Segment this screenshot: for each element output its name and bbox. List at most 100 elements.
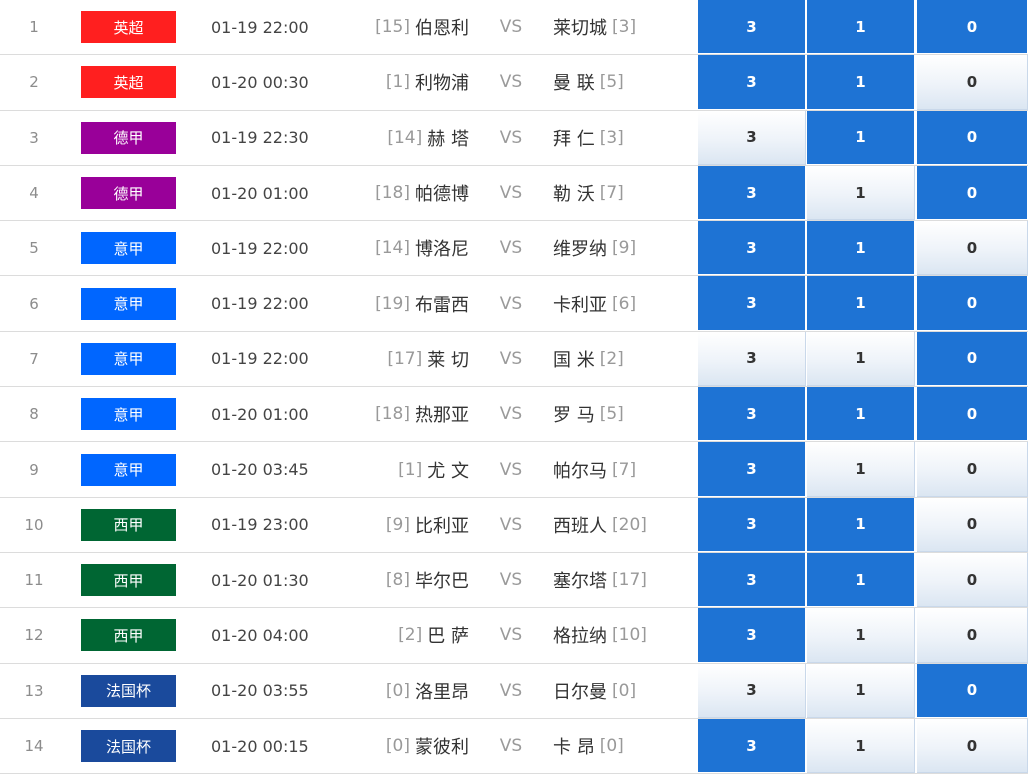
home-team-name: 比利亚 bbox=[415, 515, 469, 537]
option-draw-1[interactable]: 1 bbox=[807, 0, 915, 55]
option-home-win-3[interactable]: 3 bbox=[698, 608, 806, 663]
option-away-win-0[interactable]: 0 bbox=[917, 663, 1028, 718]
option-away-win-0[interactable]: 0 bbox=[917, 442, 1028, 497]
away-team: 格拉纳 [10] bbox=[553, 608, 693, 662]
league-badge: 法国杯 bbox=[81, 674, 176, 707]
match-number: 9 bbox=[29, 460, 39, 479]
option-home-win-3[interactable]: 3 bbox=[698, 110, 806, 165]
home-team: [1] 尤 文 bbox=[330, 442, 469, 496]
vs-label: VS bbox=[499, 514, 523, 535]
option-home-win-3[interactable]: 3 bbox=[698, 55, 806, 110]
home-team: [18] 热那亚 bbox=[330, 387, 469, 441]
league-badge: 英超 bbox=[81, 11, 176, 44]
option-home-win-3[interactable]: 3 bbox=[698, 221, 806, 276]
match-row: 10 西甲 01-19 23:00 [9] 比利亚 VS 西班人 [20] 3 1 … bbox=[0, 497, 1028, 553]
home-team-name: 热那亚 bbox=[415, 405, 469, 427]
away-team-rank: [5] bbox=[599, 404, 624, 425]
league-cell: 意甲 bbox=[81, 221, 176, 275]
option-draw-1[interactable]: 1 bbox=[807, 221, 915, 276]
option-away-win-0[interactable]: 0 bbox=[917, 608, 1028, 663]
home-team-rank: [1] bbox=[398, 459, 423, 480]
home-team-rank: [14] bbox=[375, 238, 410, 259]
option-home-win-3[interactable]: 3 bbox=[698, 165, 806, 221]
home-team-rank: [15] bbox=[375, 17, 410, 38]
league-cell: 西甲 bbox=[81, 608, 176, 662]
match-row: 9 意甲 01-20 03:45 [1] 尤 文 VS 帕尔马 [7] 3 1 0 bbox=[0, 442, 1028, 498]
option-away-win-0[interactable]: 0 bbox=[917, 552, 1028, 608]
home-team-rank: [18] bbox=[375, 183, 410, 204]
away-team-rank: [10] bbox=[612, 625, 647, 646]
option-draw-1[interactable]: 1 bbox=[807, 165, 915, 221]
home-team-name: 布雷西 bbox=[415, 294, 469, 316]
option-draw-1[interactable]: 1 bbox=[807, 718, 915, 774]
option-draw-1[interactable]: 1 bbox=[807, 55, 915, 110]
option-away-win-0[interactable]: 0 bbox=[917, 55, 1028, 110]
option-away-win-0[interactable]: 0 bbox=[917, 718, 1028, 774]
option-draw-1[interactable]: 1 bbox=[807, 608, 915, 663]
option-away-win-0[interactable]: 0 bbox=[917, 165, 1028, 221]
option-draw-1[interactable]: 1 bbox=[807, 110, 915, 165]
match-number: 13 bbox=[24, 681, 44, 700]
match-row: 14 法国杯 01-20 00:15 [0] 蒙彼利 VS 卡 昂 [0] 3 1 … bbox=[0, 718, 1028, 774]
vs-label: VS bbox=[499, 625, 523, 646]
home-team: [19] 布雷西 bbox=[330, 276, 469, 330]
option-away-win-0[interactable]: 0 bbox=[917, 276, 1028, 331]
option-home-win-3[interactable]: 3 bbox=[698, 387, 806, 442]
option-draw-1[interactable]: 1 bbox=[807, 331, 915, 387]
option-away-win-0[interactable]: 0 bbox=[917, 0, 1028, 55]
option-draw-1[interactable]: 1 bbox=[807, 552, 915, 608]
home-team-name: 帕德博 bbox=[415, 184, 469, 206]
vs-label: VS bbox=[499, 17, 523, 38]
match-number: 7 bbox=[29, 349, 39, 368]
match-number: 14 bbox=[24, 737, 44, 755]
home-team-rank: [17] bbox=[387, 348, 423, 369]
option-home-win-3[interactable]: 3 bbox=[698, 552, 806, 608]
away-team-rank: [17] bbox=[612, 570, 647, 591]
option-home-win-3[interactable]: 3 bbox=[698, 0, 806, 55]
home-team: [1] 利物浦 bbox=[330, 55, 469, 109]
away-team-name: 帕尔马 bbox=[553, 460, 607, 482]
option-away-win-0[interactable]: 0 bbox=[917, 497, 1028, 552]
option-away-win-0[interactable]: 0 bbox=[917, 221, 1028, 276]
away-team: 罗 马 [5] bbox=[553, 387, 693, 441]
home-team: [0] 洛里昂 bbox=[330, 664, 469, 718]
option-draw-1[interactable]: 1 bbox=[807, 387, 915, 442]
match-row: 13 法国杯 01-20 03:55 [0] 洛里昂 VS 日尔曼 [0] 3 1 … bbox=[0, 663, 1028, 719]
option-away-win-0[interactable]: 0 bbox=[917, 387, 1028, 442]
away-team: 莱切城 [3] bbox=[553, 0, 693, 54]
away-team-name: 卡利亚 bbox=[553, 294, 607, 316]
league-cell: 西甲 bbox=[81, 553, 176, 607]
vs-label: VS bbox=[499, 459, 523, 480]
option-home-win-3[interactable]: 3 bbox=[698, 276, 806, 331]
match-number: 8 bbox=[29, 405, 39, 424]
vs-label: VS bbox=[499, 293, 523, 314]
league-badge: 意甲 bbox=[81, 342, 176, 375]
match-row: 12 西甲 01-20 04:00 [2] 巴 萨 VS 格拉纳 [10] 3 1 … bbox=[0, 608, 1028, 664]
option-draw-1[interactable]: 1 bbox=[807, 442, 915, 497]
vs-label: VS bbox=[499, 570, 523, 591]
option-home-win-3[interactable]: 3 bbox=[698, 331, 806, 387]
away-team-rank: [9] bbox=[612, 238, 637, 259]
home-team: [9] 比利亚 bbox=[330, 498, 469, 552]
league-badge: 意甲 bbox=[81, 453, 176, 486]
option-home-win-3[interactable]: 3 bbox=[698, 442, 806, 497]
option-draw-1[interactable]: 1 bbox=[807, 663, 915, 718]
match-number: 4 bbox=[29, 184, 39, 203]
option-away-win-0[interactable]: 0 bbox=[917, 331, 1028, 387]
option-home-win-3[interactable]: 3 bbox=[698, 497, 806, 552]
option-draw-1[interactable]: 1 bbox=[807, 276, 915, 331]
option-home-win-3[interactable]: 3 bbox=[698, 718, 806, 774]
option-home-win-3[interactable]: 3 bbox=[698, 663, 806, 718]
home-team-name: 博洛尼 bbox=[415, 239, 469, 261]
match-row: 5 意甲 01-19 22:00 [14] 博洛尼 VS 维罗纳 [9] 3 1 0 bbox=[0, 221, 1028, 277]
away-team-rank: [0] bbox=[599, 736, 624, 756]
away-team-name: 勒 沃 bbox=[553, 184, 595, 206]
home-team-name: 利物浦 bbox=[415, 73, 469, 95]
option-away-win-0[interactable]: 0 bbox=[917, 110, 1028, 165]
home-team-name: 洛里昂 bbox=[415, 681, 469, 703]
option-draw-1[interactable]: 1 bbox=[807, 497, 915, 552]
league-cell: 意甲 bbox=[81, 387, 176, 441]
home-team: [2] 巴 萨 bbox=[330, 608, 469, 662]
vs-label: VS bbox=[499, 183, 523, 204]
vs-label: VS bbox=[499, 680, 523, 701]
